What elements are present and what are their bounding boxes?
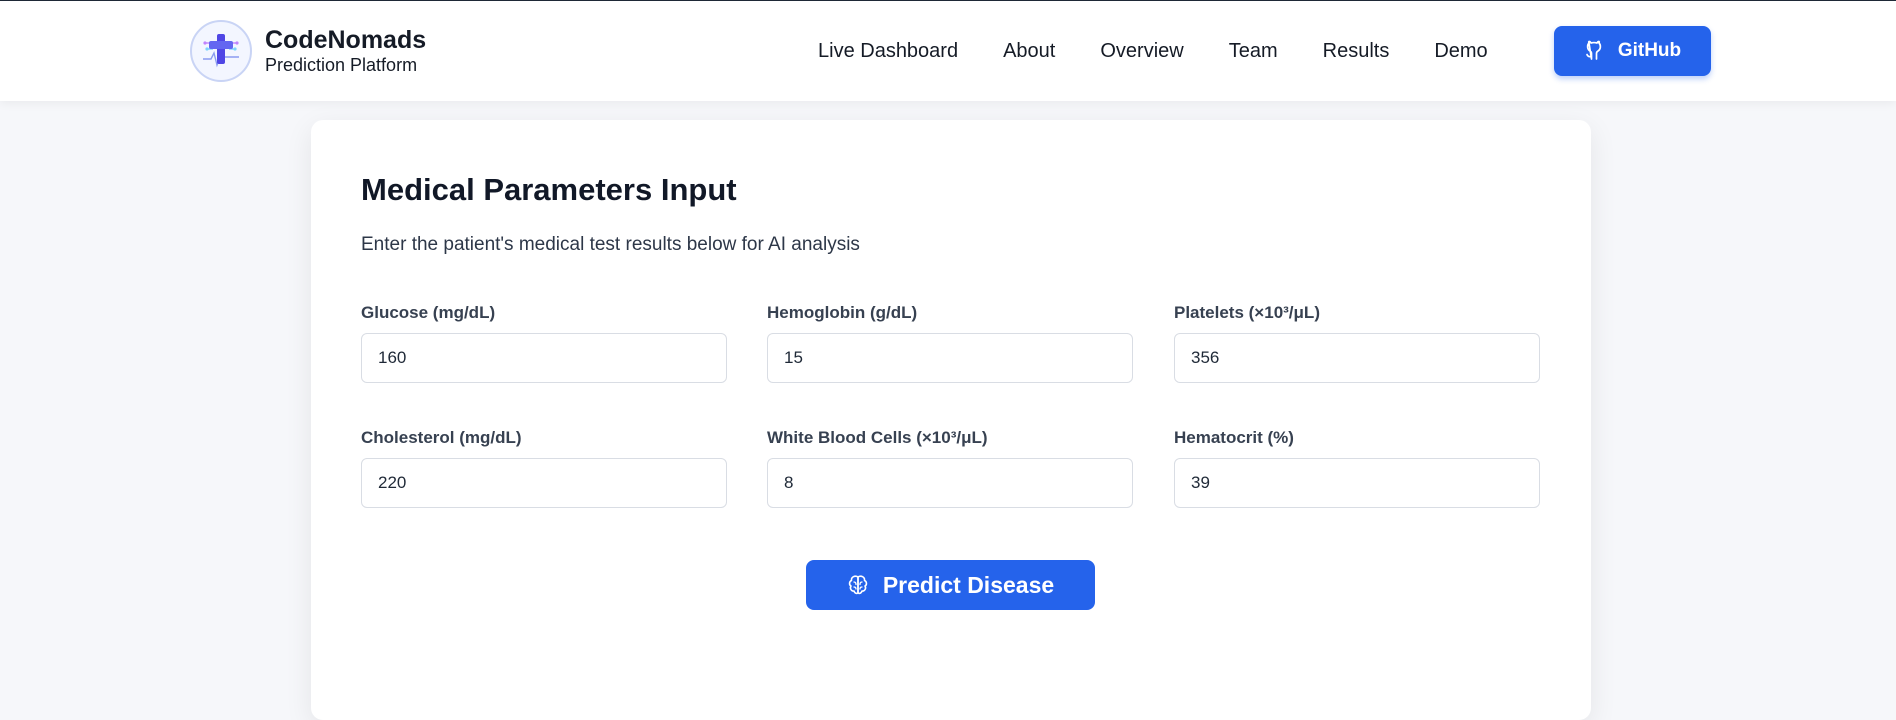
hemoglobin-field: Hemoglobin (g/dL) bbox=[767, 302, 1133, 383]
platelets-field: Platelets (×10³/μL) bbox=[1174, 302, 1540, 383]
nav-link-demo[interactable]: Demo bbox=[1434, 40, 1487, 63]
page-title: Medical Parameters Input bbox=[361, 172, 737, 207]
medical-cross-icon bbox=[190, 20, 252, 82]
cholesterol-label: Cholesterol (mg/dL) bbox=[361, 428, 522, 447]
white-blood-cells-input[interactable] bbox=[767, 458, 1133, 508]
predict-disease-label: Predict Disease bbox=[882, 571, 1055, 598]
cholesterol-input[interactable] bbox=[361, 458, 727, 508]
glucose-field: Glucose (mg/dL) bbox=[361, 302, 727, 383]
nav-link-results[interactable]: Results bbox=[1323, 40, 1390, 63]
white-blood-cells-field: White Blood Cells (×10³/μL) bbox=[767, 427, 1133, 508]
nav-link-overview[interactable]: Overview bbox=[1100, 40, 1183, 63]
hematocrit-label: Hematocrit (%) bbox=[1174, 428, 1294, 447]
hemoglobin-input[interactable] bbox=[767, 333, 1133, 383]
nav-links: Live Dashboard About Overview Team Resul… bbox=[818, 26, 1488, 76]
brain-icon bbox=[847, 574, 869, 596]
medical-parameters-card: Medical Parameters Input Enter the patie… bbox=[311, 120, 1591, 720]
hematocrit-input[interactable] bbox=[1174, 458, 1540, 508]
navbar: CodeNomads Prediction Platform Live Dash… bbox=[0, 1, 1896, 101]
white-blood-cells-label: White Blood Cells (×10³/μL) bbox=[767, 428, 988, 447]
platelets-input[interactable] bbox=[1174, 333, 1540, 383]
nav-link-team[interactable]: Team bbox=[1229, 40, 1278, 63]
nav-link-about[interactable]: About bbox=[1003, 40, 1055, 63]
glucose-label: Glucose (mg/dL) bbox=[361, 303, 496, 322]
nav-link-live-dashboard[interactable]: Live Dashboard bbox=[818, 40, 958, 63]
brand-name: CodeNomads bbox=[265, 26, 427, 54]
hematocrit-field: Hematocrit (%) bbox=[1174, 427, 1540, 508]
github-button-label: GitHub bbox=[1617, 40, 1682, 61]
brand[interactable]: CodeNomads Prediction Platform bbox=[190, 19, 426, 83]
hemoglobin-label: Hemoglobin (g/dL) bbox=[767, 303, 918, 322]
cholesterol-field: Cholesterol (mg/dL) bbox=[361, 427, 727, 508]
glucose-input[interactable] bbox=[361, 333, 727, 383]
platelets-label: Platelets (×10³/μL) bbox=[1174, 303, 1320, 322]
github-button[interactable]: GitHub bbox=[1554, 26, 1711, 76]
github-icon bbox=[1584, 40, 1604, 62]
form-description: Enter the patient's medical test results… bbox=[361, 234, 860, 255]
predict-disease-button[interactable]: Predict Disease bbox=[806, 560, 1095, 610]
brand-subtitle: Prediction Platform bbox=[265, 55, 418, 75]
